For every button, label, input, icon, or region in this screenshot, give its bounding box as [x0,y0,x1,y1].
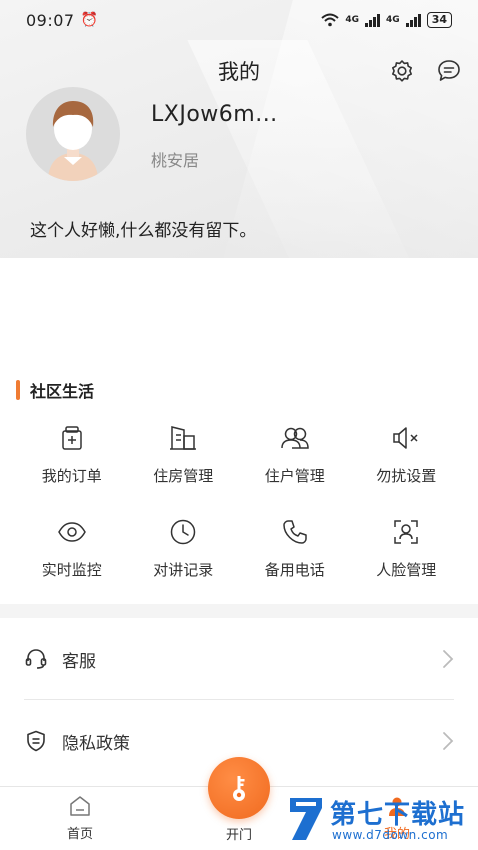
row-divider [24,699,454,700]
grid-label: 实时监控 [41,561,102,579]
status-indicators: 4G 4G 34 [321,12,452,28]
network-label-1: 4G [345,15,360,25]
username[interactable]: LXJow6m... [151,102,278,127]
watermark-url: www.d7down.com [332,828,449,842]
grid-item-backup-phone[interactable]: 备用电话 [239,516,351,580]
community-life-grid: 我的订单 住房管理 住户管理 勿扰设置 实时监控 对讲记录 备用电话 人脸管理 [16,422,462,580]
grid-item-my-orders[interactable]: 我的订单 [16,422,128,486]
avatar[interactable] [26,87,120,181]
eye-icon [56,516,88,547]
tab-home-label: 首页 [66,827,93,842]
network-label-2: 4G [386,15,400,25]
privacy-policy-label: 隐私政策 [62,733,130,754]
section-divider [0,604,478,618]
settings-icon[interactable] [389,58,415,84]
chevron-right-icon [443,732,454,750]
grid-item-housing-management[interactable]: 住房管理 [128,422,240,486]
watermark-title: 第七下载站 [330,800,466,830]
status-time: 09:07 [26,10,75,30]
grid-item-intercom-records[interactable]: 对讲记录 [128,516,240,580]
home-icon [70,796,90,816]
phone-icon [279,516,311,547]
alarm-icon: ⏰ [80,12,99,28]
wifi-icon [321,13,340,27]
customer-service-label: 客服 [62,651,96,672]
open-door-button[interactable] [208,757,270,819]
battery-indicator: 34 [426,12,452,28]
grid-label: 我的订单 [41,467,102,485]
grid-item-live-monitoring[interactable]: 实时监控 [16,516,128,580]
tab-home[interactable]: 首页 [40,795,120,842]
shield-icon [27,730,45,752]
grid-label: 对讲记录 [153,561,214,579]
headset-icon [25,649,47,669]
message-icon[interactable] [436,58,462,84]
grid-item-do-not-disturb[interactable]: 勿扰设置 [351,422,463,486]
mute-speaker-icon [390,422,422,453]
community-name: 桃安居 [151,151,200,170]
section-title: 社区生活 [30,382,95,401]
grid-label: 备用电话 [264,561,325,579]
grid-item-resident-management[interactable]: 住户管理 [239,422,351,486]
key-icon [233,776,245,801]
section-accent-bar [16,380,20,400]
open-door-label: 开门 [225,828,252,843]
status-bar: 09:07 ⏰ 4G 4G 34 [0,0,478,40]
grid-label: 人脸管理 [376,561,437,579]
customer-service-row[interactable]: 客服 [24,619,454,699]
order-icon [56,422,88,453]
grid-label: 勿扰设置 [376,467,437,485]
section-header: 社区生活 [16,378,94,402]
face-scan-icon [390,516,422,547]
signal-icon-1 [365,13,381,27]
grid-label: 住房管理 [153,467,214,485]
building-icon [167,422,199,453]
signal-icon-2 [405,13,421,27]
grid-item-face-management[interactable]: 人脸管理 [351,516,463,580]
grid-label: 住户管理 [264,467,325,485]
watermark-logo-icon [290,798,322,840]
clock-icon [167,516,199,547]
residents-icon [279,422,311,453]
chevron-right-icon [443,650,454,668]
watermark: 第七下载站 www.d7down.com [282,792,474,848]
user-bio: 这个人好懒,什么都没有留下。 [30,221,257,241]
